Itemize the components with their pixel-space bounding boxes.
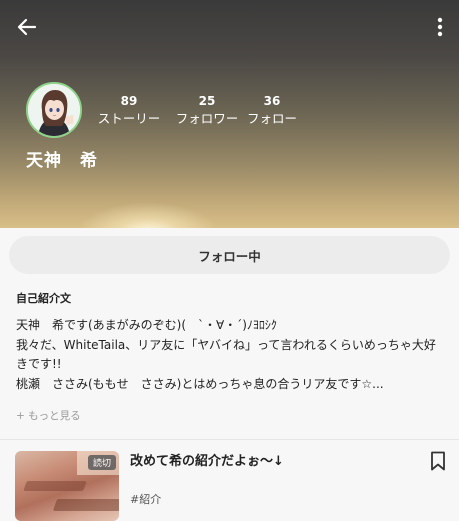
bio-line: 桃瀬 ささみ(ももせ ささみ)とはめっちゃ息の合うリア友です☆... [16,376,384,391]
bio-line: 我々だ、WhiteTaila、リア友に「ヤバイね」って言われるくらいめっちゃ大好 [16,337,436,352]
stat-following[interactable]: 36 フォロー [244,94,300,127]
following-label: フォロー [246,111,297,126]
profile-name: 天神 希 [26,151,98,171]
following-count: 36 [263,94,281,108]
following-button[interactable]: フォロー中 [9,236,450,274]
bio-line: 天神 希です(あまがみのぞむ)( `・∀・´)ﾉﾖﾛｼｸ [16,318,277,332]
avatar-illustration [28,84,80,136]
bookmark-button[interactable] [430,451,448,473]
thumbnail-desk-shape [23,481,87,491]
bio-text: 天神 希です(あまがみのぞむ)( `・∀・´)ﾉﾖﾛｼｸ 我々だ、WhiteTa… [16,316,448,394]
profile-stats: 89 ストーリー 25 フォロワー 36 フォロー [96,94,300,127]
stat-stories[interactable]: 89 ストーリー [96,94,162,127]
more-vertical-icon [437,17,443,37]
followers-count: 25 [198,94,216,108]
bookmark-icon [431,451,445,471]
show-more-link[interactable]: + もっと見る [16,408,81,423]
bio-heading: 自己紹介文 [16,292,71,305]
avatar[interactable] [26,82,82,138]
stories-count: 89 [120,94,138,108]
more-options-button[interactable] [431,14,449,40]
back-button[interactable] [14,14,40,40]
profile-cover: 89 ストーリー 25 フォロワー 36 フォロー 天神 希 [0,0,459,228]
bio-line: きです!! [16,357,62,371]
story-title[interactable]: 改めて希の紹介だよぉ〜↓ [130,450,284,469]
story-card[interactable]: 読切 改めて希の紹介だよぉ〜↓ #紹介 [0,440,459,521]
thumbnail-desk-shape [52,499,119,511]
stat-followers[interactable]: 25 フォロワー [172,94,242,127]
oneshot-badge: 読切 [88,455,117,470]
story-tag[interactable]: #紹介 [130,491,161,507]
stories-label: ストーリー [97,111,161,126]
followers-label: フォロワー [175,111,239,126]
arrow-left-icon [17,18,37,36]
